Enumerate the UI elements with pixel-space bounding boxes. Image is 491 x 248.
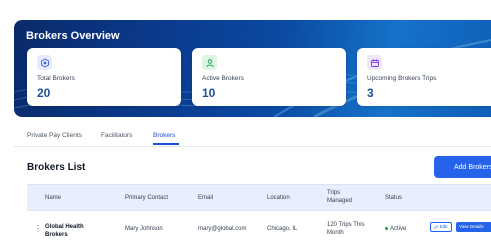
total-brokers-card: Total Brokers 20 bbox=[27, 48, 181, 106]
add-brokers-button[interactable]: Add Brokers bbox=[434, 156, 491, 178]
card-value: 10 bbox=[202, 86, 216, 100]
edit-icon bbox=[434, 224, 439, 229]
table-header: Name Primary Contact Email Location Trip… bbox=[27, 184, 491, 211]
row-menu-icon[interactable]: ⋮ bbox=[34, 225, 42, 233]
column-header-primary-contact: Primary Contact bbox=[125, 195, 169, 201]
column-header-location: Location bbox=[267, 195, 290, 201]
brokers-icon bbox=[37, 55, 52, 70]
broker-name: Global Health Brokers bbox=[45, 224, 84, 238]
tab-brokers[interactable]: Brokers bbox=[153, 132, 175, 139]
active-tab-indicator bbox=[153, 143, 179, 145]
tab-facilitators[interactable]: Facilitators bbox=[101, 132, 132, 139]
broker-location: Chicago, IL bbox=[267, 226, 298, 232]
tabs-divider bbox=[14, 146, 491, 147]
status-dot bbox=[385, 226, 388, 230]
calendar-icon bbox=[367, 55, 382, 70]
card-label: Total Brokers bbox=[37, 75, 75, 82]
column-header-email: Email bbox=[198, 195, 214, 201]
card-value: 20 bbox=[37, 86, 51, 100]
card-value: 3 bbox=[367, 86, 374, 100]
status-text: Active bbox=[390, 226, 407, 232]
card-label: Upcoming Brokers Trips bbox=[367, 75, 437, 82]
broker-email: mary@global.com bbox=[198, 226, 247, 232]
edit-button[interactable]: Edit bbox=[430, 222, 452, 232]
column-header-name: Name bbox=[45, 195, 62, 201]
column-header-trips-managed: Trips Managed bbox=[327, 190, 353, 204]
upcoming-trips-card: Upcoming Brokers Trips 3 bbox=[357, 48, 491, 106]
active-brokers-card: Active Brokers 10 bbox=[192, 48, 346, 106]
primary-contact: Mary Johnson bbox=[125, 226, 163, 232]
brokers-list-title: Brokers List bbox=[27, 162, 86, 173]
table-row[interactable]: ⋮ Global Health Brokers Mary Johnson mar… bbox=[27, 212, 491, 248]
edit-label: Edit bbox=[439, 224, 448, 229]
active-user-icon bbox=[202, 55, 217, 70]
card-label: Active Brokers bbox=[202, 75, 244, 82]
status-badge: Active bbox=[385, 225, 406, 233]
view-details-button[interactable]: View Details bbox=[456, 222, 491, 232]
overview-title: Brokers Overview bbox=[26, 30, 120, 42]
column-header-status: Status bbox=[385, 195, 403, 201]
trips-managed: 120 Trips This Month bbox=[327, 222, 365, 236]
tab-private-pay-clients[interactable]: Private Pay Clients bbox=[27, 132, 82, 139]
